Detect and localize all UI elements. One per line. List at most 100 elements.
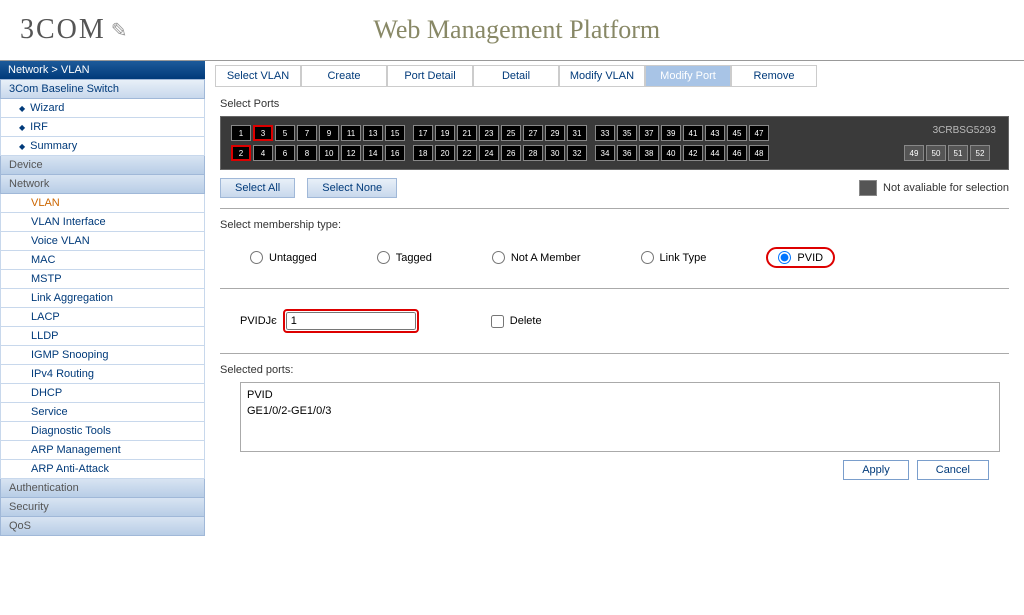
sidebar-group-qos[interactable]: QoS [0,517,205,536]
port-43[interactable]: 43 [705,125,725,141]
sidebar-item-dhcp[interactable]: DHCP [0,384,205,403]
sidebar-item-vlan[interactable]: VLAN [0,194,205,213]
port-23[interactable]: 23 [479,125,499,141]
sidebar-section-baseline[interactable]: 3Com Baseline Switch [0,79,205,99]
port-6[interactable]: 6 [275,145,295,161]
apply-button[interactable]: Apply [843,460,909,480]
selected-ports-header: PVID [247,389,993,401]
port-9[interactable]: 9 [319,125,339,141]
radio-link-type[interactable]: Link Type [641,251,707,264]
port-14[interactable]: 14 [363,145,383,161]
port-5[interactable]: 5 [275,125,295,141]
port-25[interactable]: 25 [501,125,521,141]
port-8[interactable]: 8 [297,145,317,161]
tab-modify-port[interactable]: Modify Port [645,65,731,87]
sidebar-item-mstp[interactable]: MSTP [0,270,205,289]
port-26[interactable]: 26 [501,145,521,161]
port-38[interactable]: 38 [639,145,659,161]
port-12[interactable]: 12 [341,145,361,161]
sidebar-item-wizard[interactable]: ◆Wizard [0,99,205,118]
port-36[interactable]: 36 [617,145,637,161]
port-24[interactable]: 24 [479,145,499,161]
tab-detail[interactable]: Detail [473,65,559,87]
sidebar-group-device[interactable]: Device [0,156,205,175]
selected-ports-box: PVID GE1/0/2-GE1/0/3 [240,382,1000,452]
port-29[interactable]: 29 [545,125,565,141]
port-4[interactable]: 4 [253,145,273,161]
tab-select-vlan[interactable]: Select VLAN [215,65,301,87]
port-11[interactable]: 11 [341,125,361,141]
port-30[interactable]: 30 [545,145,565,161]
port-15[interactable]: 15 [385,125,405,141]
port-35[interactable]: 35 [617,125,637,141]
port-44[interactable]: 44 [705,145,725,161]
port-16[interactable]: 16 [385,145,405,161]
port-37[interactable]: 37 [639,125,659,141]
sidebar: Network > VLAN 3Com Baseline Switch ◆Wiz… [0,61,205,536]
port-17[interactable]: 17 [413,125,433,141]
radio-untagged[interactable]: Untagged [250,251,317,264]
sidebar-item-diagnostic-tools[interactable]: Diagnostic Tools [0,422,205,441]
tab-create[interactable]: Create [301,65,387,87]
port-10[interactable]: 10 [319,145,339,161]
port-20[interactable]: 20 [435,145,455,161]
sidebar-item-link-aggregation[interactable]: Link Aggregation [0,289,205,308]
tab-port-detail[interactable]: Port Detail [387,65,473,87]
radio-not-member[interactable]: Not A Member [492,251,581,264]
port-28[interactable]: 28 [523,145,543,161]
port-2[interactable]: 2 [231,145,251,161]
port-48[interactable]: 48 [749,145,769,161]
sidebar-item-vlan-interface[interactable]: VLAN Interface [0,213,205,232]
sidebar-item-lldp[interactable]: LLDP [0,327,205,346]
tab-modify-vlan[interactable]: Modify VLAN [559,65,645,87]
sidebar-group-network[interactable]: Network [0,175,205,194]
port-7[interactable]: 7 [297,125,317,141]
sidebar-item-mac[interactable]: MAC [0,251,205,270]
port-33[interactable]: 33 [595,125,615,141]
sidebar-item-irf[interactable]: ◆IRF [0,118,205,137]
radio-pvid[interactable]: PVID [766,247,835,268]
sidebar-item-ipv4-routing[interactable]: IPv4 Routing [0,365,205,384]
port-34[interactable]: 34 [595,145,615,161]
sidebar-item-arp-management[interactable]: ARP Management [0,441,205,460]
select-all-button[interactable]: Select All [220,178,295,198]
sidebar-group-authentication[interactable]: Authentication [0,479,205,498]
breadcrumb: Network > VLAN [0,61,205,79]
port-3[interactable]: 3 [253,125,273,141]
sidebar-item-lacp[interactable]: LACP [0,308,205,327]
port-41[interactable]: 41 [683,125,703,141]
port-22[interactable]: 22 [457,145,477,161]
port-39[interactable]: 39 [661,125,681,141]
port-46[interactable]: 46 [727,145,747,161]
port-47[interactable]: 47 [749,125,769,141]
sidebar-item-arp-anti-attack[interactable]: ARP Anti-Attack [0,460,205,479]
sidebar-item-summary[interactable]: ◆Summary [0,137,205,156]
selected-ports-label: Selected ports: [220,364,1009,376]
tab-remove[interactable]: Remove [731,65,817,87]
select-none-button[interactable]: Select None [307,178,397,198]
port-45[interactable]: 45 [727,125,747,141]
pvid-input-highlight [283,309,419,333]
pvid-label: PVIDЈє [240,315,277,327]
delete-checkbox[interactable] [491,315,504,328]
port-27[interactable]: 27 [523,125,543,141]
port-1[interactable]: 1 [231,125,251,141]
port-31[interactable]: 31 [567,125,587,141]
logo: 3COM ✎ [20,14,130,46]
pvid-input[interactable] [286,312,416,330]
port-32[interactable]: 32 [567,145,587,161]
radio-tagged[interactable]: Tagged [377,251,432,264]
port-21[interactable]: 21 [457,125,477,141]
port-40[interactable]: 40 [661,145,681,161]
sidebar-item-voice-vlan[interactable]: Voice VLAN [0,232,205,251]
port-42[interactable]: 42 [683,145,703,161]
port-13[interactable]: 13 [363,125,383,141]
header: 3COM ✎ Web Management Platform [0,0,1024,60]
sidebar-item-service[interactable]: Service [0,403,205,422]
cancel-button[interactable]: Cancel [917,460,989,480]
sidebar-group-security[interactable]: Security [0,498,205,517]
sidebar-item-igmp-snooping[interactable]: IGMP Snooping [0,346,205,365]
port-50: 50 [926,145,946,161]
port-18[interactable]: 18 [413,145,433,161]
port-19[interactable]: 19 [435,125,455,141]
